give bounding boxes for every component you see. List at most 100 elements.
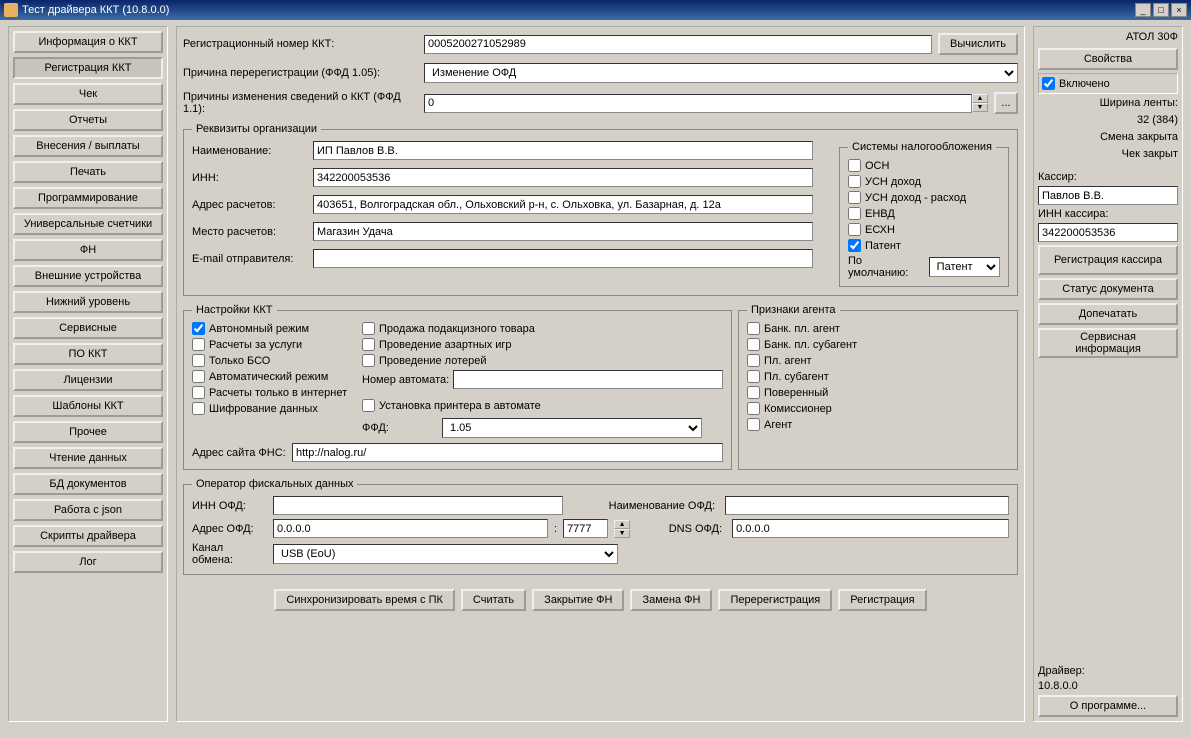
bottom-btn-4[interactable]: Перерегистрация (718, 589, 832, 611)
nav-15[interactable]: Прочее (13, 421, 163, 443)
port-up[interactable]: ▲ (614, 520, 630, 529)
org-inn-label: ИНН: (192, 172, 307, 184)
nav-6[interactable]: Программирование (13, 187, 163, 209)
ofd-addr-input[interactable] (273, 519, 548, 538)
about-button[interactable]: О программе... (1038, 695, 1178, 717)
set2-lbl-2: Проведение лотерей (379, 355, 487, 367)
nav-1[interactable]: Регистрация ККТ (13, 57, 163, 79)
service-button[interactable]: Сервисная информация (1038, 328, 1178, 358)
model-label: АТОЛ 30Ф (1038, 31, 1178, 43)
agent-cb-0[interactable] (747, 322, 760, 335)
org-name-label: Наименование: (192, 145, 307, 157)
right-panel: АТОЛ 30Ф Свойства Включено Ширина ленты:… (1033, 26, 1183, 722)
doc-status-button[interactable]: Статус документа (1038, 278, 1178, 300)
cashier-label: Кассир: (1038, 171, 1178, 183)
tax-cb-0[interactable] (848, 159, 861, 172)
set2-cb-2[interactable] (362, 354, 375, 367)
org-name-input[interactable] (313, 141, 813, 160)
set2-cb-1[interactable] (362, 338, 375, 351)
automat-label: Номер автомата: (362, 374, 449, 386)
agent-cb-4[interactable] (747, 386, 760, 399)
nav-14[interactable]: Шаблоны ККТ (13, 395, 163, 417)
ffd-select[interactable]: 1.05 (442, 418, 702, 438)
reason105-select[interactable]: Изменение ОФД (424, 63, 1018, 83)
nav-3[interactable]: Отчеты (13, 109, 163, 131)
enabled-checkbox[interactable] (1042, 77, 1055, 90)
nav-17[interactable]: БД документов (13, 473, 163, 495)
enabled-label: Включено (1059, 78, 1110, 90)
tax-default-select[interactable]: Патент (929, 257, 1000, 277)
nav-19[interactable]: Скрипты драйвера (13, 525, 163, 547)
regnum-label: Регистрационный номер ККТ: (183, 38, 418, 50)
bottom-btn-3[interactable]: Замена ФН (630, 589, 712, 611)
nav-20[interactable]: Лог (13, 551, 163, 573)
bottom-btn-0[interactable]: Синхронизировать время с ПК (274, 589, 455, 611)
set1-cb-3[interactable] (192, 370, 205, 383)
bottom-btn-1[interactable]: Считать (461, 589, 526, 611)
set1-cb-4[interactable] (192, 386, 205, 399)
nav-11[interactable]: Сервисные (13, 317, 163, 339)
nav-18[interactable]: Работа с json (13, 499, 163, 521)
app-icon (4, 3, 18, 17)
agent-cb-5[interactable] (747, 402, 760, 415)
set2-cb-0[interactable] (362, 322, 375, 335)
maximize-button[interactable]: □ (1153, 3, 1169, 17)
regnum-input[interactable] (424, 35, 932, 54)
org-email-input[interactable] (313, 249, 813, 268)
tax-cb-2[interactable] (848, 191, 861, 204)
agent-cb-1[interactable] (747, 338, 760, 351)
set1-cb-0[interactable] (192, 322, 205, 335)
reprint-button[interactable]: Допечатать (1038, 303, 1178, 325)
set1-cb-1[interactable] (192, 338, 205, 351)
org-addr-label: Адрес расчетов: (192, 199, 307, 211)
props-button[interactable]: Свойства (1038, 48, 1178, 70)
bottom-btn-2[interactable]: Закрытие ФН (532, 589, 624, 611)
cashier-inn-input[interactable] (1038, 223, 1178, 242)
printer-checkbox[interactable] (362, 399, 375, 412)
spin-down[interactable]: ▼ (972, 103, 988, 112)
tax-cb-1[interactable] (848, 175, 861, 188)
tax-cb-3[interactable] (848, 207, 861, 220)
dots-button[interactable]: ... (994, 92, 1018, 114)
set1-cb-2[interactable] (192, 354, 205, 367)
set2-lbl-0: Продажа подакцизного товара (379, 323, 535, 335)
tax-lbl-1: УСН доход (865, 176, 921, 188)
ofd-channel-select[interactable]: USB (EoU) (273, 544, 618, 564)
bottom-btn-5[interactable]: Регистрация (838, 589, 926, 611)
agent-cb-6[interactable] (747, 418, 760, 431)
nav-10[interactable]: Нижний уровень (13, 291, 163, 313)
nav-7[interactable]: Универсальные счетчики (13, 213, 163, 235)
tax-cb-5[interactable] (848, 239, 861, 252)
nav-8[interactable]: ФН (13, 239, 163, 261)
cashier-input[interactable] (1038, 186, 1178, 205)
port-down[interactable]: ▼ (614, 529, 630, 538)
minimize-button[interactable]: _ (1135, 3, 1151, 17)
ofd-name-input[interactable] (725, 496, 1009, 515)
nav-2[interactable]: Чек (13, 83, 163, 105)
agent-cb-3[interactable] (747, 370, 760, 383)
tax-cb-4[interactable] (848, 223, 861, 236)
ofd-inn-input[interactable] (273, 496, 563, 515)
nav-16[interactable]: Чтение данных (13, 447, 163, 469)
org-place-input[interactable] (313, 222, 813, 241)
calc-button[interactable]: Вычислить (938, 33, 1018, 55)
nav-13[interactable]: Лицензии (13, 369, 163, 391)
reg-cashier-button[interactable]: Регистрация кассира (1038, 245, 1178, 275)
ofd-port-input[interactable] (563, 519, 608, 538)
set1-cb-5[interactable] (192, 402, 205, 415)
nav-0[interactable]: Информация о ККТ (13, 31, 163, 53)
spin-up[interactable]: ▲ (972, 94, 988, 103)
nav-5[interactable]: Печать (13, 161, 163, 183)
nav-4[interactable]: Внесения / выплаты (13, 135, 163, 157)
ofd-dns-input[interactable] (732, 519, 1009, 538)
fns-input[interactable] (292, 443, 723, 462)
settings-legend: Настройки ККТ (192, 304, 277, 316)
nav-9[interactable]: Внешние устройства (13, 265, 163, 287)
reason11-input[interactable] (424, 94, 972, 113)
automat-input[interactable] (453, 370, 723, 389)
close-button[interactable]: × (1171, 3, 1187, 17)
org-inn-input[interactable] (313, 168, 813, 187)
nav-12[interactable]: ПО ККТ (13, 343, 163, 365)
agent-cb-2[interactable] (747, 354, 760, 367)
org-addr-input[interactable] (313, 195, 813, 214)
